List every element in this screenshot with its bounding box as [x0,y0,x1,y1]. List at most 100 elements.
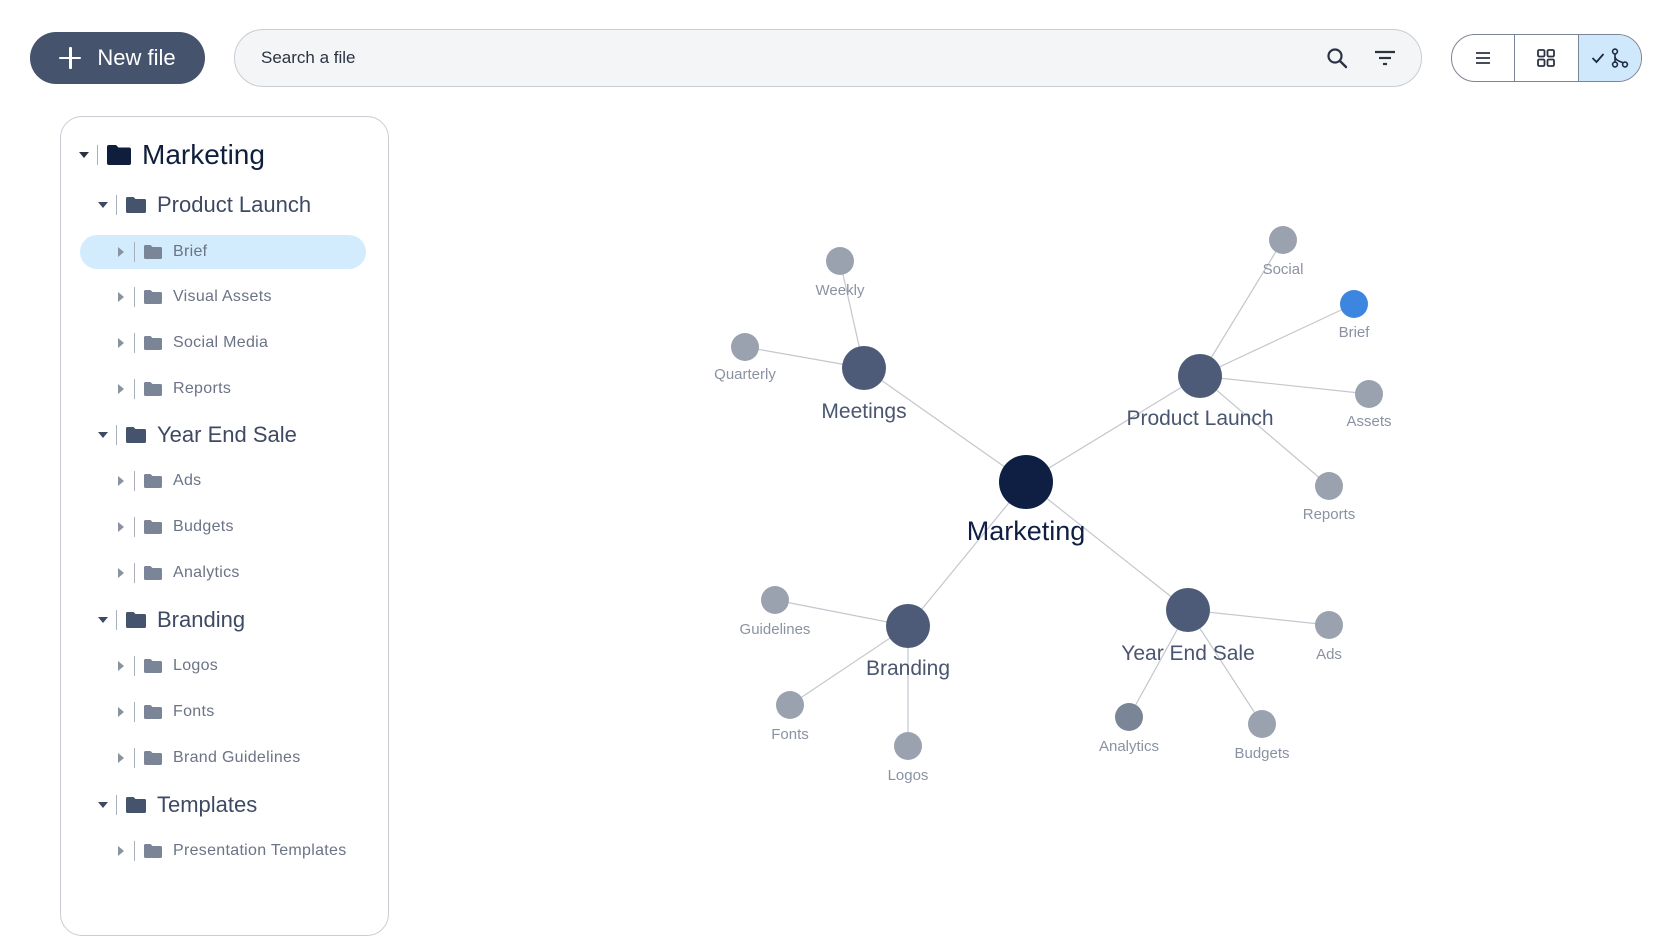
graph-label-weekly: Weekly [816,282,865,299]
view-toggle [1451,34,1642,82]
tree-item-fonts[interactable]: Fonts [114,695,215,729]
tree-label: Templates [157,792,258,817]
folder-icon [143,381,163,397]
graph-node-logos[interactable] [894,732,922,760]
graph-node-year-end-sale[interactable] [1166,588,1210,632]
tree-label: Reports [173,380,232,397]
caret-right-icon[interactable] [114,290,128,304]
graph-icon [1611,48,1629,68]
caret-right-icon[interactable] [114,659,128,673]
graph-node-branding[interactable] [886,604,930,648]
tree-divider [134,702,135,722]
graph-node-budgets[interactable] [1248,710,1276,738]
graph-view-button[interactable] [1578,35,1641,81]
graph-edge [1199,303,1355,377]
folder-icon [143,704,163,720]
graph-node-guidelines[interactable] [761,586,789,614]
graph-label-marketing: Marketing [967,516,1086,546]
tree-item-brief[interactable]: Brief [80,235,366,269]
graph-node-analytics[interactable] [1115,703,1143,731]
graph-label-ads: Ads [1316,646,1342,663]
tree-divider [134,471,135,491]
graph-edge [863,367,1027,483]
search-icon[interactable] [1323,44,1351,72]
graph-node-meetings[interactable] [842,346,886,390]
search-bar [234,29,1422,87]
graph-label-budgets: Budgets [1234,745,1289,762]
tree-item-logos[interactable]: Logos [114,649,218,683]
tree-divider [97,145,98,165]
graph-label-brief: Brief [1339,324,1371,341]
tree-item-ads[interactable]: Ads [114,464,201,498]
caret-down-icon[interactable] [96,198,110,212]
tree-group-templates[interactable]: Templates [96,788,257,822]
caret-right-icon[interactable] [114,705,128,719]
graph-label-branding: Branding [866,657,950,680]
graph-node-social[interactable] [1269,226,1297,254]
graph-node-reports[interactable] [1315,472,1343,500]
caret-down-icon[interactable] [96,798,110,812]
caret-right-icon[interactable] [114,844,128,858]
caret-right-icon[interactable] [114,336,128,350]
list-view-button[interactable] [1452,35,1516,81]
filter-icon[interactable] [1371,44,1399,72]
tree-divider [134,841,135,861]
tree-item-visual-assets[interactable]: Visual Assets [114,280,272,314]
tree-label: Marketing [142,139,265,170]
caret-down-icon[interactable] [96,428,110,442]
tree-item-reports[interactable]: Reports [114,372,231,406]
tree-root-marketing[interactable]: Marketing [77,138,265,172]
tree-item-brand-guidelines[interactable]: Brand Guidelines [114,741,301,775]
new-file-button[interactable]: New file [30,32,205,84]
graph-node-weekly[interactable] [826,247,854,275]
tree-group-year-end-sale[interactable]: Year End Sale [96,418,297,452]
tree-group-branding[interactable]: Branding [96,603,245,637]
tree-divider [134,517,135,537]
graph-label-assets: Assets [1346,413,1391,430]
tree-label: Social Media [173,334,269,351]
search-input[interactable] [259,47,1303,69]
graph-node-brief[interactable] [1340,290,1368,318]
tree-divider [134,333,135,353]
caret-right-icon[interactable] [114,520,128,534]
graph-label-year-end-sale: Year End Sale [1121,642,1255,665]
graph-node-quarterly[interactable] [731,333,759,361]
tree-item-social-media[interactable]: Social Media [114,326,268,360]
graph-node-assets[interactable] [1355,380,1383,408]
tree-label: Ads [173,472,202,489]
caret-down-icon[interactable] [96,613,110,627]
folder-icon [143,843,163,859]
tree-divider [116,195,117,215]
caret-right-icon[interactable] [114,382,128,396]
list-icon [1476,52,1491,64]
new-file-label: New file [97,45,176,70]
graph-node-fonts[interactable] [776,691,804,719]
graph-node-marketing[interactable] [999,455,1053,509]
tree-item-budgets[interactable]: Budgets [114,510,234,544]
tree-divider [116,425,117,445]
graph-edges [744,239,1370,746]
caret-down-icon[interactable] [77,148,91,162]
graph-label-meetings: Meetings [821,400,906,423]
tree-divider [134,379,135,399]
tree-item-presentation-templates[interactable]: Presentation Templates [114,834,347,868]
caret-right-icon[interactable] [114,474,128,488]
graph-node-product-launch[interactable] [1178,354,1222,398]
tree-label: Product Launch [157,192,312,217]
caret-right-icon[interactable] [114,245,128,259]
graph-label-reports: Reports [1303,506,1356,523]
caret-right-icon[interactable] [114,566,128,580]
check-icon [1591,53,1604,64]
caret-right-icon[interactable] [114,751,128,765]
grid-view-button[interactable] [1515,35,1579,81]
tree-group-product-launch[interactable]: Product Launch [96,188,311,222]
tree-divider [116,795,117,815]
graph-label-product-launch: Product Launch [1126,407,1273,430]
tree-label: Year End Sale [157,422,297,447]
folder-icon [125,426,147,444]
graph-node-ads[interactable] [1315,611,1343,639]
tree-item-analytics[interactable]: Analytics [114,556,240,590]
tree-label: Fonts [173,703,215,720]
tree-divider [134,242,135,262]
folder-icon [125,611,147,629]
